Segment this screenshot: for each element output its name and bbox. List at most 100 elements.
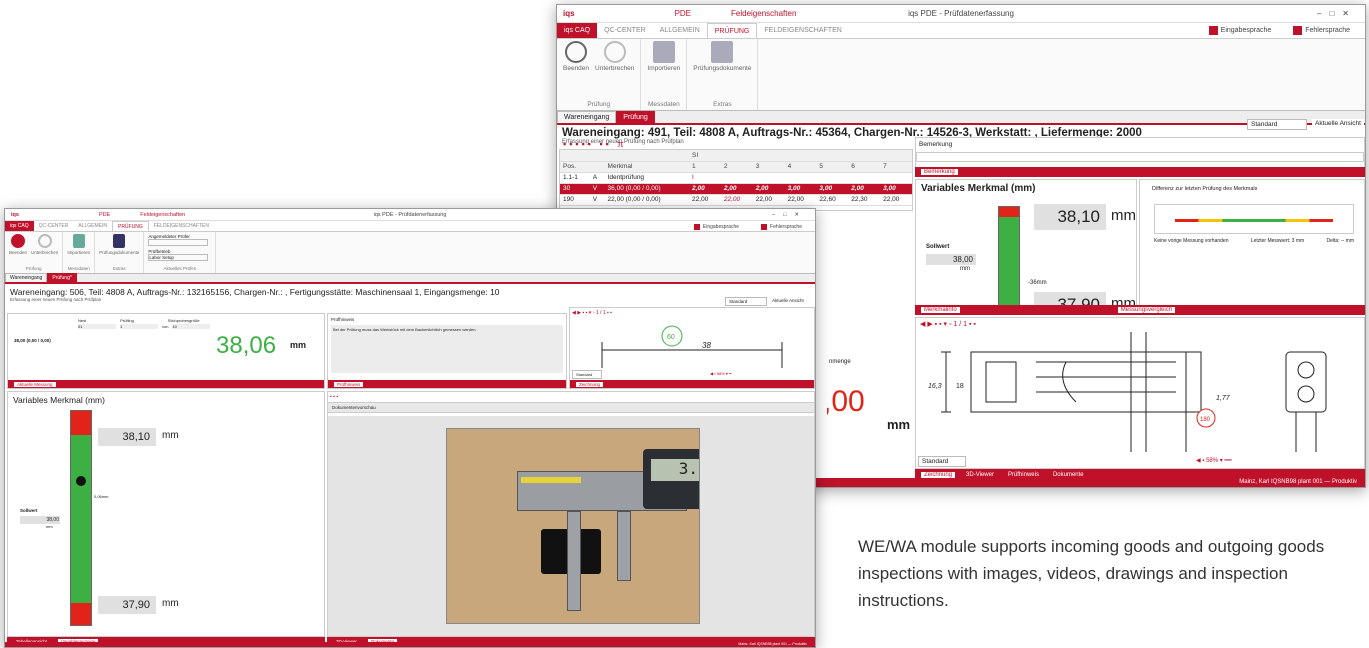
tab-allgemein[interactable]: ALLGEMEIN <box>73 221 112 231</box>
flag-icon <box>1208 26 1218 35</box>
power-icon <box>11 234 26 248</box>
document-grid-icon <box>711 41 734 63</box>
table-header-row: Pos. Merkmal 1 2 3 4 5 6 7 <box>560 161 912 173</box>
measure-tabbar: Aktuelle Messung <box>8 380 324 388</box>
page-title: Wareneingang: 506, Teil: 4808 A, Auftrag… <box>10 287 500 297</box>
partial-measured-value: ,00 <box>827 385 865 418</box>
document-grid-icon <box>113 234 126 248</box>
tab-pruefung[interactable]: PRÜFUNG <box>706 23 758 38</box>
remark-tabbar: Bemerkung <box>915 167 1365 177</box>
svg-text:1,77: 1,77 <box>1216 395 1231 402</box>
module-caption: WE/WA module supports incoming goods and… <box>858 537 1325 610</box>
zoom-control[interactable]: ◀ ▪ 58% ▾ ━━ <box>1196 457 1232 464</box>
power-icon <box>565 41 588 63</box>
drawing-view-select[interactable]: Standard <box>918 456 966 467</box>
ribbon-tabs: iqs CAQ QC-CENTER ALLGEMEIN PRÜFUNG FELD… <box>557 23 1365 39</box>
nest-field[interactable]: 01 <box>78 324 116 329</box>
tab-qc-center[interactable]: QC-CENTER <box>597 23 653 38</box>
page-subtitle: Erfassung einer neuen Prüfung nach Prüfp… <box>10 297 102 302</box>
drawing-toolbar[interactable]: ◀ ▶ ▪ ▪ ▾ ▫ 1 / 1 ▪ ▪ <box>570 308 814 318</box>
input-language-button[interactable]: Eingabesprache <box>1202 26 1279 35</box>
tab-iqs-caq[interactable]: iqs CAQ <box>5 221 34 231</box>
drawing-toolbar[interactable]: ◀ ▶ ▪ ▪ ▾ ▫ 1 / 1 ▪ ▪ <box>916 318 1364 330</box>
setpoint-value: 38,00 <box>926 254 976 265</box>
gauge-bar <box>70 410 92 626</box>
difference-pane: Differenz zur letzten Prüfung des Merkma… <box>1139 179 1365 315</box>
window-controls[interactable]: –□✕ <box>772 212 807 218</box>
app-logo: iqs <box>11 211 19 218</box>
tab-pruefung-doc[interactable]: Prüfung <box>616 111 655 123</box>
variable-pane: Variables Merkmal (mm) 38,10 mm 0,06mm S… <box>7 391 325 637</box>
tab-feldeigenschaften[interactable]: FELDEIGENSCHAFTEN <box>149 221 214 231</box>
remark-input[interactable] <box>916 152 1364 162</box>
tab-wareneingang[interactable]: Wareneingang <box>5 273 48 282</box>
drawing-view-select[interactable]: Standard <box>572 370 602 379</box>
drawing-pane: ◀ ▶ ▪ ▪ ▾ ▫ 1 / 1 ▪ ▪ 180 1,77 16,3 18 S… <box>915 317 1365 469</box>
ribbon-tabs: iqs CAQ QC-CENTER ALLGEMEIN PRÜFUNG FELD… <box>5 221 815 232</box>
pause-icon <box>37 234 52 248</box>
hint-text: Bei der Prüfung muss das Werkstück mit d… <box>331 325 563 373</box>
importieren-button[interactable]: Importieren <box>647 41 680 72</box>
tab-feldeigenschaften[interactable]: FELDEIGENSCHAFTEN <box>757 23 848 38</box>
table-row[interactable]: 190 V 22,00 (0,00 / 0,00) 22,00 22,00 22,0… <box>560 194 912 206</box>
ribbon-group-extras: Prüfungsdokumente Extras <box>95 232 145 273</box>
import-icon <box>72 234 85 248</box>
front-titlebar: iqs PDE Feldeigenschaften iqs PDE - Prüf… <box>5 209 815 221</box>
window-title: iqs PDE - Prüfdatenerfassung <box>373 211 447 218</box>
measured-value[interactable]: 38,06 <box>216 332 276 360</box>
variable-pane: Variables Merkmal (mm) 38,10 mm Sollwert… <box>915 179 1137 315</box>
caliper-display: 3. <box>651 459 699 481</box>
status-bar: Mainz, Karl IQSNB98 plant 001 — Produkti… <box>5 642 815 647</box>
input-language-button[interactable]: Eingabesprache <box>687 223 746 231</box>
tab-qc-center[interactable]: QC-CENTER <box>34 221 74 231</box>
difference-scale <box>1154 204 1354 234</box>
stichprobe-field[interactable]: 10 <box>172 324 211 329</box>
prueffer-select[interactable] <box>148 239 209 246</box>
ribbon-group-messdaten: Importieren Messdaten <box>641 39 688 110</box>
characteristics-table: SI Pos. Merkmal 1 2 3 4 5 6 7 1.1-1 A Id… <box>559 149 913 211</box>
mid-tabbar: Merkmalinfo Messungsvergleich <box>915 305 1365 315</box>
unterbrechen-button[interactable]: Unterbrechen <box>31 234 58 255</box>
document-toolbar[interactable]: ▪ ▪ ▪ <box>328 392 814 402</box>
ribbon: Beenden Unterbrechen Prüfung Importieren… <box>557 39 1365 111</box>
view-select[interactable]: Standard <box>1247 119 1307 130</box>
table-row[interactable]: 1.1-1 A Identprüfung I <box>560 172 912 184</box>
flag-icon <box>693 224 700 230</box>
window-controls[interactable]: –□✕ <box>1317 9 1357 18</box>
svg-text:38: 38 <box>702 341 711 350</box>
ribbon-group-extras: Prüfungsdokumente Extras <box>687 39 759 110</box>
toolbar-icons: ▪▪▪▪▪ ▪▪ π <box>563 139 627 149</box>
current-view-label[interactable]: Aktuelle Ansicht <box>769 297 807 304</box>
importieren-button[interactable]: Importieren <box>67 234 90 255</box>
table-row[interactable]: 30 V 36,00 (0,00 / 0,00) 2,00 2,00 2,00 3,0… <box>560 183 912 195</box>
beenden-button[interactable]: Beenden <box>9 234 27 255</box>
drawing-tabbar: Zeichnung <box>570 380 814 388</box>
setpoint-value: 38,00 <box>20 516 60 524</box>
tab-iqs-caq[interactable]: iqs CAQ <box>557 23 598 38</box>
document-pane: ▪ ▪ ▪ Dokumentenvorschau 3. <box>327 391 815 637</box>
drawing-pane: ◀ ▶ ▪ ▪ ▾ ▫ 1 / 1 ▪ ▪ 60 38 Standard ◀ ▪… <box>569 307 815 389</box>
unterbrechen-button[interactable]: Unterbrechen <box>595 41 634 72</box>
technical-drawing: 180 1,77 16,3 18 <box>928 332 1327 452</box>
zoom-control[interactable]: ◀ ▪ 58% ▾ ━ <box>710 371 731 376</box>
tab-wareneingang[interactable]: Wareneingang <box>557 111 617 123</box>
measured-value: 38,10 <box>1034 204 1106 230</box>
tab-pruefung[interactable]: PRÜFUNG <box>111 221 149 231</box>
pruefungsdokumente-button[interactable]: Prüfungsdokumente <box>99 234 139 255</box>
context-label: Feldeigenschaften <box>731 9 797 18</box>
svg-text:180: 180 <box>1200 417 1211 423</box>
error-language-button[interactable]: Fehlersprache <box>1286 26 1357 35</box>
pruefungsdokumente-button[interactable]: Prüfungsdokumente <box>693 41 751 72</box>
tab-pruefung-doc[interactable]: Prüfung* <box>47 273 77 282</box>
context-group: PDE <box>674 9 692 18</box>
gauge-bar <box>998 206 1020 314</box>
pruefling-field[interactable]: 1 <box>120 324 158 329</box>
current-view-label[interactable]: Aktuelle Ansicht <box>1312 119 1364 128</box>
pruefbetrieb-select[interactable]: Labor Setup <box>148 254 209 261</box>
beenden-button[interactable]: Beenden <box>563 41 589 72</box>
window-title: iqs PDE - Prüfdatenerfassung <box>908 9 1014 18</box>
view-select[interactable]: Standard <box>725 297 767 306</box>
measurement-pane: Nest Prüfling Stichprobengröße 01 1 von … <box>7 313 325 389</box>
error-language-button[interactable]: Fehlersprache <box>754 223 809 231</box>
tab-allgemein[interactable]: ALLGEMEIN <box>653 23 707 38</box>
